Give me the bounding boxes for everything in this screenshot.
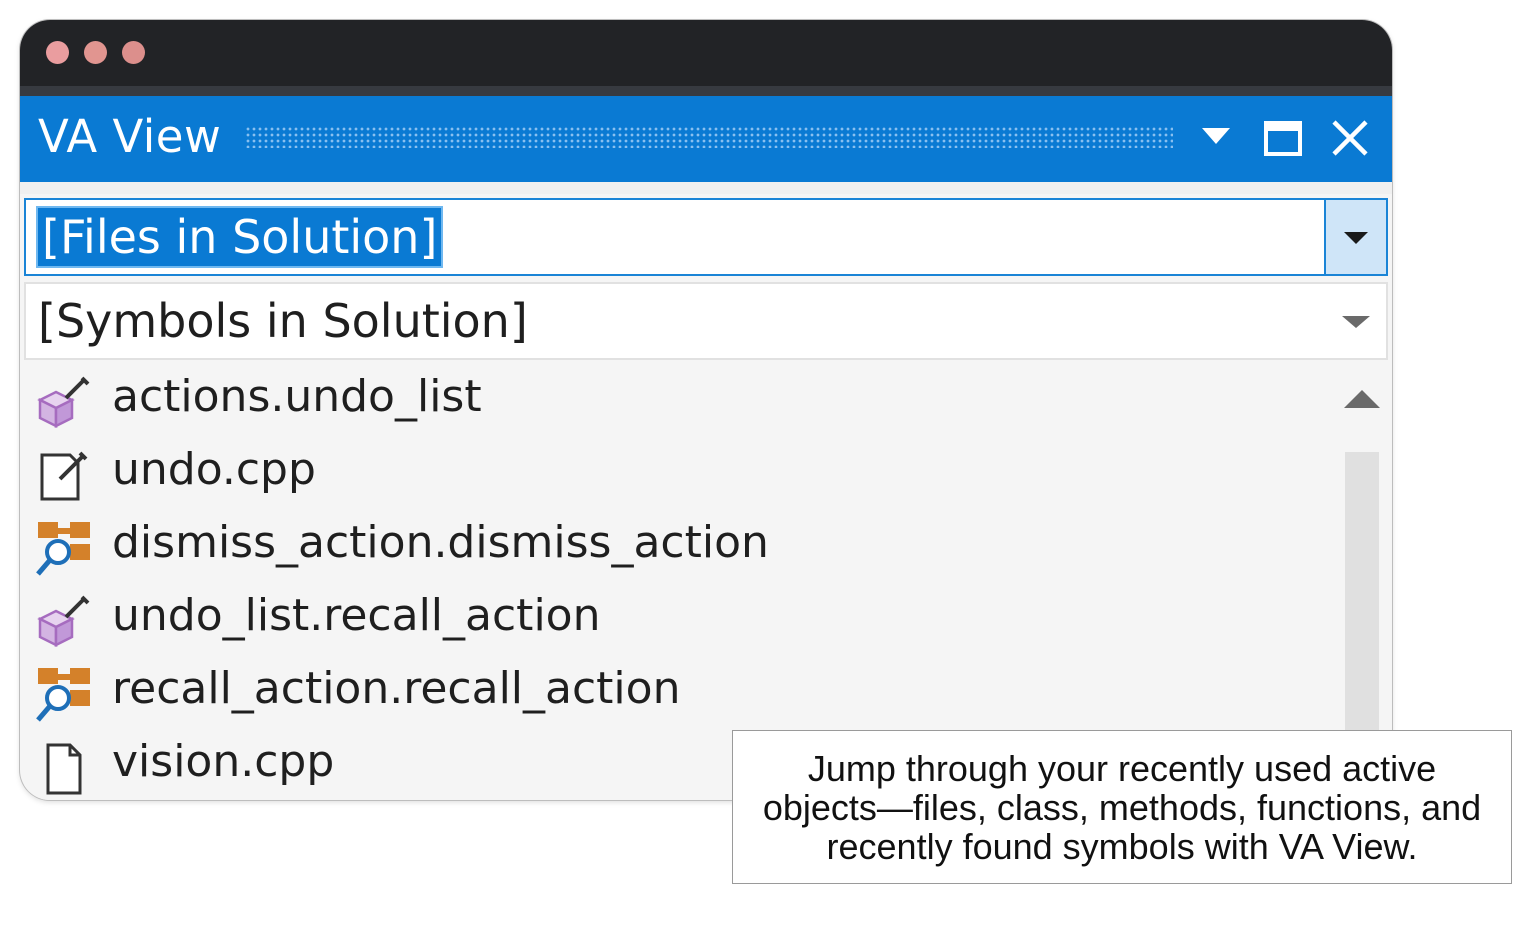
panel-title: VA View (38, 110, 222, 163)
window-zoom-dot[interactable] (122, 41, 145, 64)
list-item-label: dismiss_action.dismiss_action (112, 517, 769, 568)
panel-header: VA View (20, 96, 1392, 182)
edit-class-icon (34, 593, 94, 651)
window-titlebar (20, 20, 1392, 96)
chevron-down-icon (1344, 232, 1368, 244)
window-close-dot[interactable] (46, 41, 69, 64)
feature-callout: Jump through your recently used active o… (732, 730, 1512, 884)
files-in-solution-combo[interactable]: [Files in Solution] (24, 198, 1388, 276)
symbols-in-solution-combo[interactable]: [Symbols in Solution] (24, 282, 1388, 360)
list-item-label: recall_action.recall_action (112, 663, 681, 714)
panel-separator (20, 182, 1392, 194)
window-minimize-dot[interactable] (84, 41, 107, 64)
scroll-up-button[interactable] (1340, 382, 1384, 412)
find-symbol-icon (34, 666, 94, 724)
panel-drag-grip[interactable] (245, 126, 1173, 148)
edit-file-icon (34, 447, 94, 505)
panel-close-button[interactable] (1330, 118, 1370, 158)
find-symbol-icon (34, 520, 94, 578)
chevron-up-icon (1344, 390, 1380, 408)
maximize-icon (1264, 121, 1302, 156)
files-combo-value[interactable]: [Files in Solution] (38, 208, 442, 266)
edit-class-icon (34, 374, 94, 432)
list-item[interactable]: undo.cpp (24, 435, 1340, 508)
callout-text: Jump through your recently used active o… (762, 747, 1482, 867)
list-item-label: undo_list.recall_action (112, 590, 601, 641)
symbols-combo-value[interactable]: [Symbols in Solution] (38, 292, 528, 350)
list-item-label: actions.undo_list (112, 371, 482, 422)
close-icon (1332, 120, 1368, 156)
panel-maximize-button[interactable] (1263, 118, 1303, 158)
file-icon (34, 739, 94, 797)
list-item[interactable]: recall_action.recall_action (24, 654, 1340, 727)
list-item-label: undo.cpp (112, 444, 316, 495)
files-combo-dropdown-button[interactable] (1324, 200, 1386, 274)
va-view-window: VA View [Files in Solution] [Symbols in … (20, 20, 1392, 800)
triangle-down-icon (1202, 128, 1230, 144)
panel-options-button[interactable] (1196, 118, 1236, 158)
list-item-label: vision.cpp (112, 736, 335, 787)
list-item[interactable]: actions.undo_list (24, 362, 1340, 435)
list-item[interactable]: dismiss_action.dismiss_action (24, 508, 1340, 581)
list-item[interactable]: undo_list.recall_action (24, 581, 1340, 654)
symbols-combo-dropdown-button[interactable] (1326, 284, 1386, 358)
chevron-down-icon (1342, 316, 1370, 328)
